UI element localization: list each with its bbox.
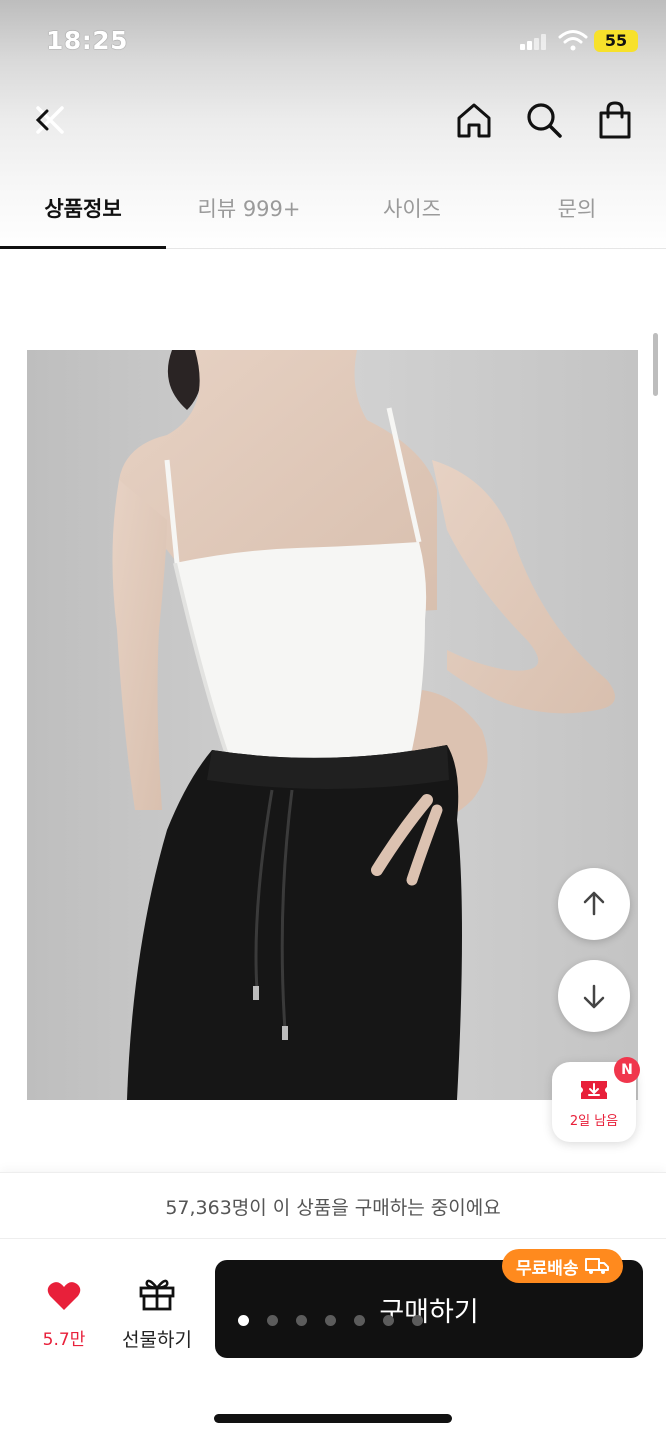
product-tabs: 상품정보 리뷰 999+ 사이즈 문의 xyxy=(0,175,666,249)
scrollbar[interactable] xyxy=(653,333,658,396)
top-navigation xyxy=(0,88,666,158)
tab-product-info[interactable]: 상품정보 xyxy=(0,193,166,223)
scroll-up-button[interactable] xyxy=(558,868,630,940)
cart-button[interactable] xyxy=(585,88,645,152)
tab-inquiry[interactable]: 문의 xyxy=(494,193,660,223)
search-icon xyxy=(527,103,562,138)
scroll-down-button[interactable] xyxy=(558,960,630,1032)
new-badge: N xyxy=(614,1057,640,1083)
arrow-up-icon xyxy=(583,891,605,916)
carousel-dot xyxy=(267,1315,278,1326)
heart-icon xyxy=(47,1282,81,1310)
tab-size[interactable]: 사이즈 xyxy=(329,193,495,223)
product-photo-illustration xyxy=(27,350,638,1100)
purchase-notice-text: 57,363명이 이 상품을 구매하는 중이에요 xyxy=(165,1197,501,1219)
like-button[interactable]: 5.7만 xyxy=(24,1275,104,1355)
shopping-bag-icon xyxy=(599,101,631,139)
battery-indicator: 55 xyxy=(594,30,638,52)
coupon-download-icon xyxy=(581,1081,607,1099)
home-indicator xyxy=(214,1414,452,1423)
carousel-dot xyxy=(412,1315,423,1326)
gift-button[interactable]: 선물하기 xyxy=(112,1275,202,1355)
coupon-remaining-label: 2일 남음 xyxy=(569,1114,619,1129)
carousel-dot xyxy=(325,1315,336,1326)
carousel-dot xyxy=(238,1315,249,1326)
gift-icon xyxy=(139,1279,175,1311)
close-button[interactable] xyxy=(20,88,80,152)
carousel-dot xyxy=(383,1315,394,1326)
status-time: 18:25 xyxy=(46,26,129,55)
active-tab-indicator xyxy=(0,246,166,249)
wifi-icon xyxy=(558,30,588,51)
home-button[interactable] xyxy=(444,88,504,152)
free-shipping-label: 무료배송 xyxy=(516,1258,579,1279)
status-bar: 18:25 55 xyxy=(0,0,666,84)
home-icon xyxy=(457,103,491,138)
gift-label: 선물하기 xyxy=(122,1329,192,1351)
tab-reviews[interactable]: 리뷰 999+ xyxy=(166,193,332,223)
arrow-down-icon xyxy=(583,984,605,1009)
cellular-signal-icon xyxy=(520,34,548,50)
product-image[interactable] xyxy=(27,350,638,1100)
like-count: 5.7만 xyxy=(42,1330,86,1350)
search-button[interactable] xyxy=(514,88,574,152)
image-carousel-indicator xyxy=(238,1315,423,1327)
free-shipping-badge: 무료배송 xyxy=(502,1249,623,1283)
bottom-action-bar: 5.7만 선물하기 구매하기 무료배송 xyxy=(0,1238,666,1440)
carousel-dot xyxy=(354,1315,365,1326)
carousel-dot xyxy=(296,1315,307,1326)
close-icon xyxy=(35,106,64,134)
truck-icon xyxy=(584,1258,609,1274)
purchase-notice: 57,363명이 이 상품을 구매하는 중이에요 xyxy=(0,1172,666,1238)
